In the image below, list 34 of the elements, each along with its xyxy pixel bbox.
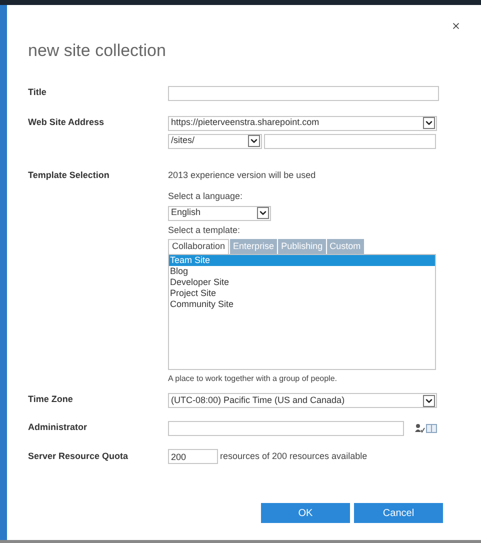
- quota-text: resources of 200 resources available: [220, 450, 368, 463]
- template-item[interactable]: Developer Site: [169, 277, 435, 288]
- timezone-dropdown[interactable]: (UTC-08:00) Pacific Time (US and Canada): [168, 393, 437, 408]
- path-dropdown[interactable]: /sites/: [168, 134, 262, 148]
- field-label: Title: [28, 86, 46, 98]
- field-label: Server Resource Quota: [28, 450, 128, 463]
- close-icon: [451, 21, 461, 31]
- language-dropdown[interactable]: English: [168, 206, 271, 220]
- dialog-title: new site collection: [28, 40, 167, 62]
- administrator-field[interactable]: [168, 421, 404, 436]
- host-dropdown[interactable]: https://pieterveenstra.sharepoint.com: [168, 116, 437, 130]
- caret-icon: [248, 135, 260, 147]
- field-label: Template Selection: [28, 168, 110, 182]
- template-tab[interactable]: Collaboration: [168, 239, 230, 254]
- language-label: Select a language:: [168, 190, 244, 203]
- template-item[interactable]: Blog: [169, 266, 435, 277]
- title-field[interactable]: [168, 86, 439, 100]
- template-description: A place to work together with a group of people.: [168, 373, 338, 385]
- close-button[interactable]: [451, 21, 461, 31]
- field-label: Time Zone: [28, 393, 73, 406]
- version-note: 2013 experience version will be used: [168, 168, 317, 182]
- quota-field[interactable]: 200: [168, 449, 218, 464]
- url-field[interactable]: [264, 134, 436, 148]
- template-label: Select a template:: [168, 224, 242, 237]
- field-label: Administrator: [28, 421, 88, 434]
- caret-icon: [257, 207, 269, 219]
- dialog-button[interactable]: Cancel: [354, 503, 443, 523]
- dialog-button[interactable]: OK: [261, 503, 350, 523]
- field-label: Web Site Address: [28, 116, 104, 128]
- template-item[interactable]: Community Site: [169, 299, 435, 310]
- template-item[interactable]: Project Site: [169, 288, 435, 299]
- caret-icon: [423, 394, 435, 406]
- check-names-icon[interactable]: [414, 423, 425, 434]
- caret-icon: [423, 117, 435, 129]
